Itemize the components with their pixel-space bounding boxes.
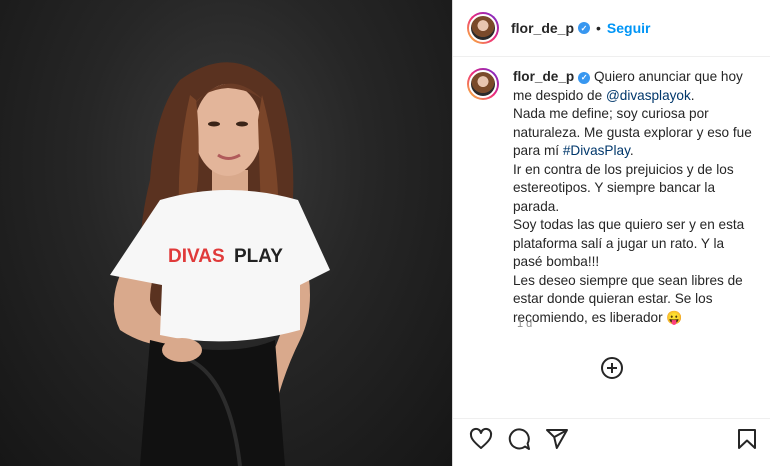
caption-line3: Ir en contra de los prejuicios y de los … — [513, 161, 734, 214]
hashtag-link[interactable]: #DivasPlay — [563, 143, 630, 158]
post-header: flor_de_p ✓ • Seguir — [453, 0, 770, 57]
bookmark-icon[interactable] — [735, 427, 759, 451]
caption-line2-suffix: . — [629, 143, 634, 158]
verified-badge-icon: ✓ — [578, 22, 591, 34]
verified-badge-icon: ✓ — [578, 72, 591, 85]
avatar[interactable] — [467, 12, 499, 44]
post-sidebar: flor_de_p ✓ • Seguir flor_de_p ✓ Quiero a… — [452, 0, 770, 466]
heart-icon[interactable] — [469, 427, 493, 451]
post-timestamp[interactable]: 1 d — [517, 318, 532, 330]
share-icon[interactable] — [545, 427, 569, 451]
avatar-image — [469, 70, 497, 98]
comment-icon[interactable] — [507, 427, 531, 451]
follow-button[interactable]: Seguir — [607, 20, 651, 36]
add-circle-icon[interactable] — [600, 356, 624, 380]
shirt-print-play: PLAY — [234, 246, 283, 267]
caption-avatar[interactable] — [467, 68, 499, 100]
caption-line5: Les deseo siempre que sean libres de est… — [513, 272, 743, 325]
tongue-emoji-icon: 😛 — [666, 309, 683, 325]
header-separator: • — [596, 20, 601, 36]
shirt-print-divas: DIVAS — [168, 246, 225, 267]
header-username[interactable]: flor_de_p — [511, 20, 574, 36]
caption-line4: Soy todas las que quiero ser y en esta p… — [513, 217, 745, 269]
caption-username[interactable]: flor_de_p — [513, 69, 574, 84]
avatar-image — [469, 14, 497, 42]
caption-text: flor_de_p ✓ Quiero anunciar que hoy me de… — [513, 68, 757, 327]
woman-in-divasplay-shirt-illustration: DIVAS PLAY — [110, 62, 330, 466]
post-photo[interactable]: DIVAS PLAY — [0, 0, 452, 466]
post-actions-bar — [453, 418, 770, 457]
post-caption: flor_de_p ✓ Quiero anunciar que hoy me de… — [467, 68, 757, 327]
instagram-post: DIVAS PLAY flor_de_p ✓ • Seguir flor_de_… — [0, 0, 770, 466]
mention-link[interactable]: @divasplayok — [606, 88, 691, 103]
caption-line1-suffix: . — [690, 87, 695, 103]
